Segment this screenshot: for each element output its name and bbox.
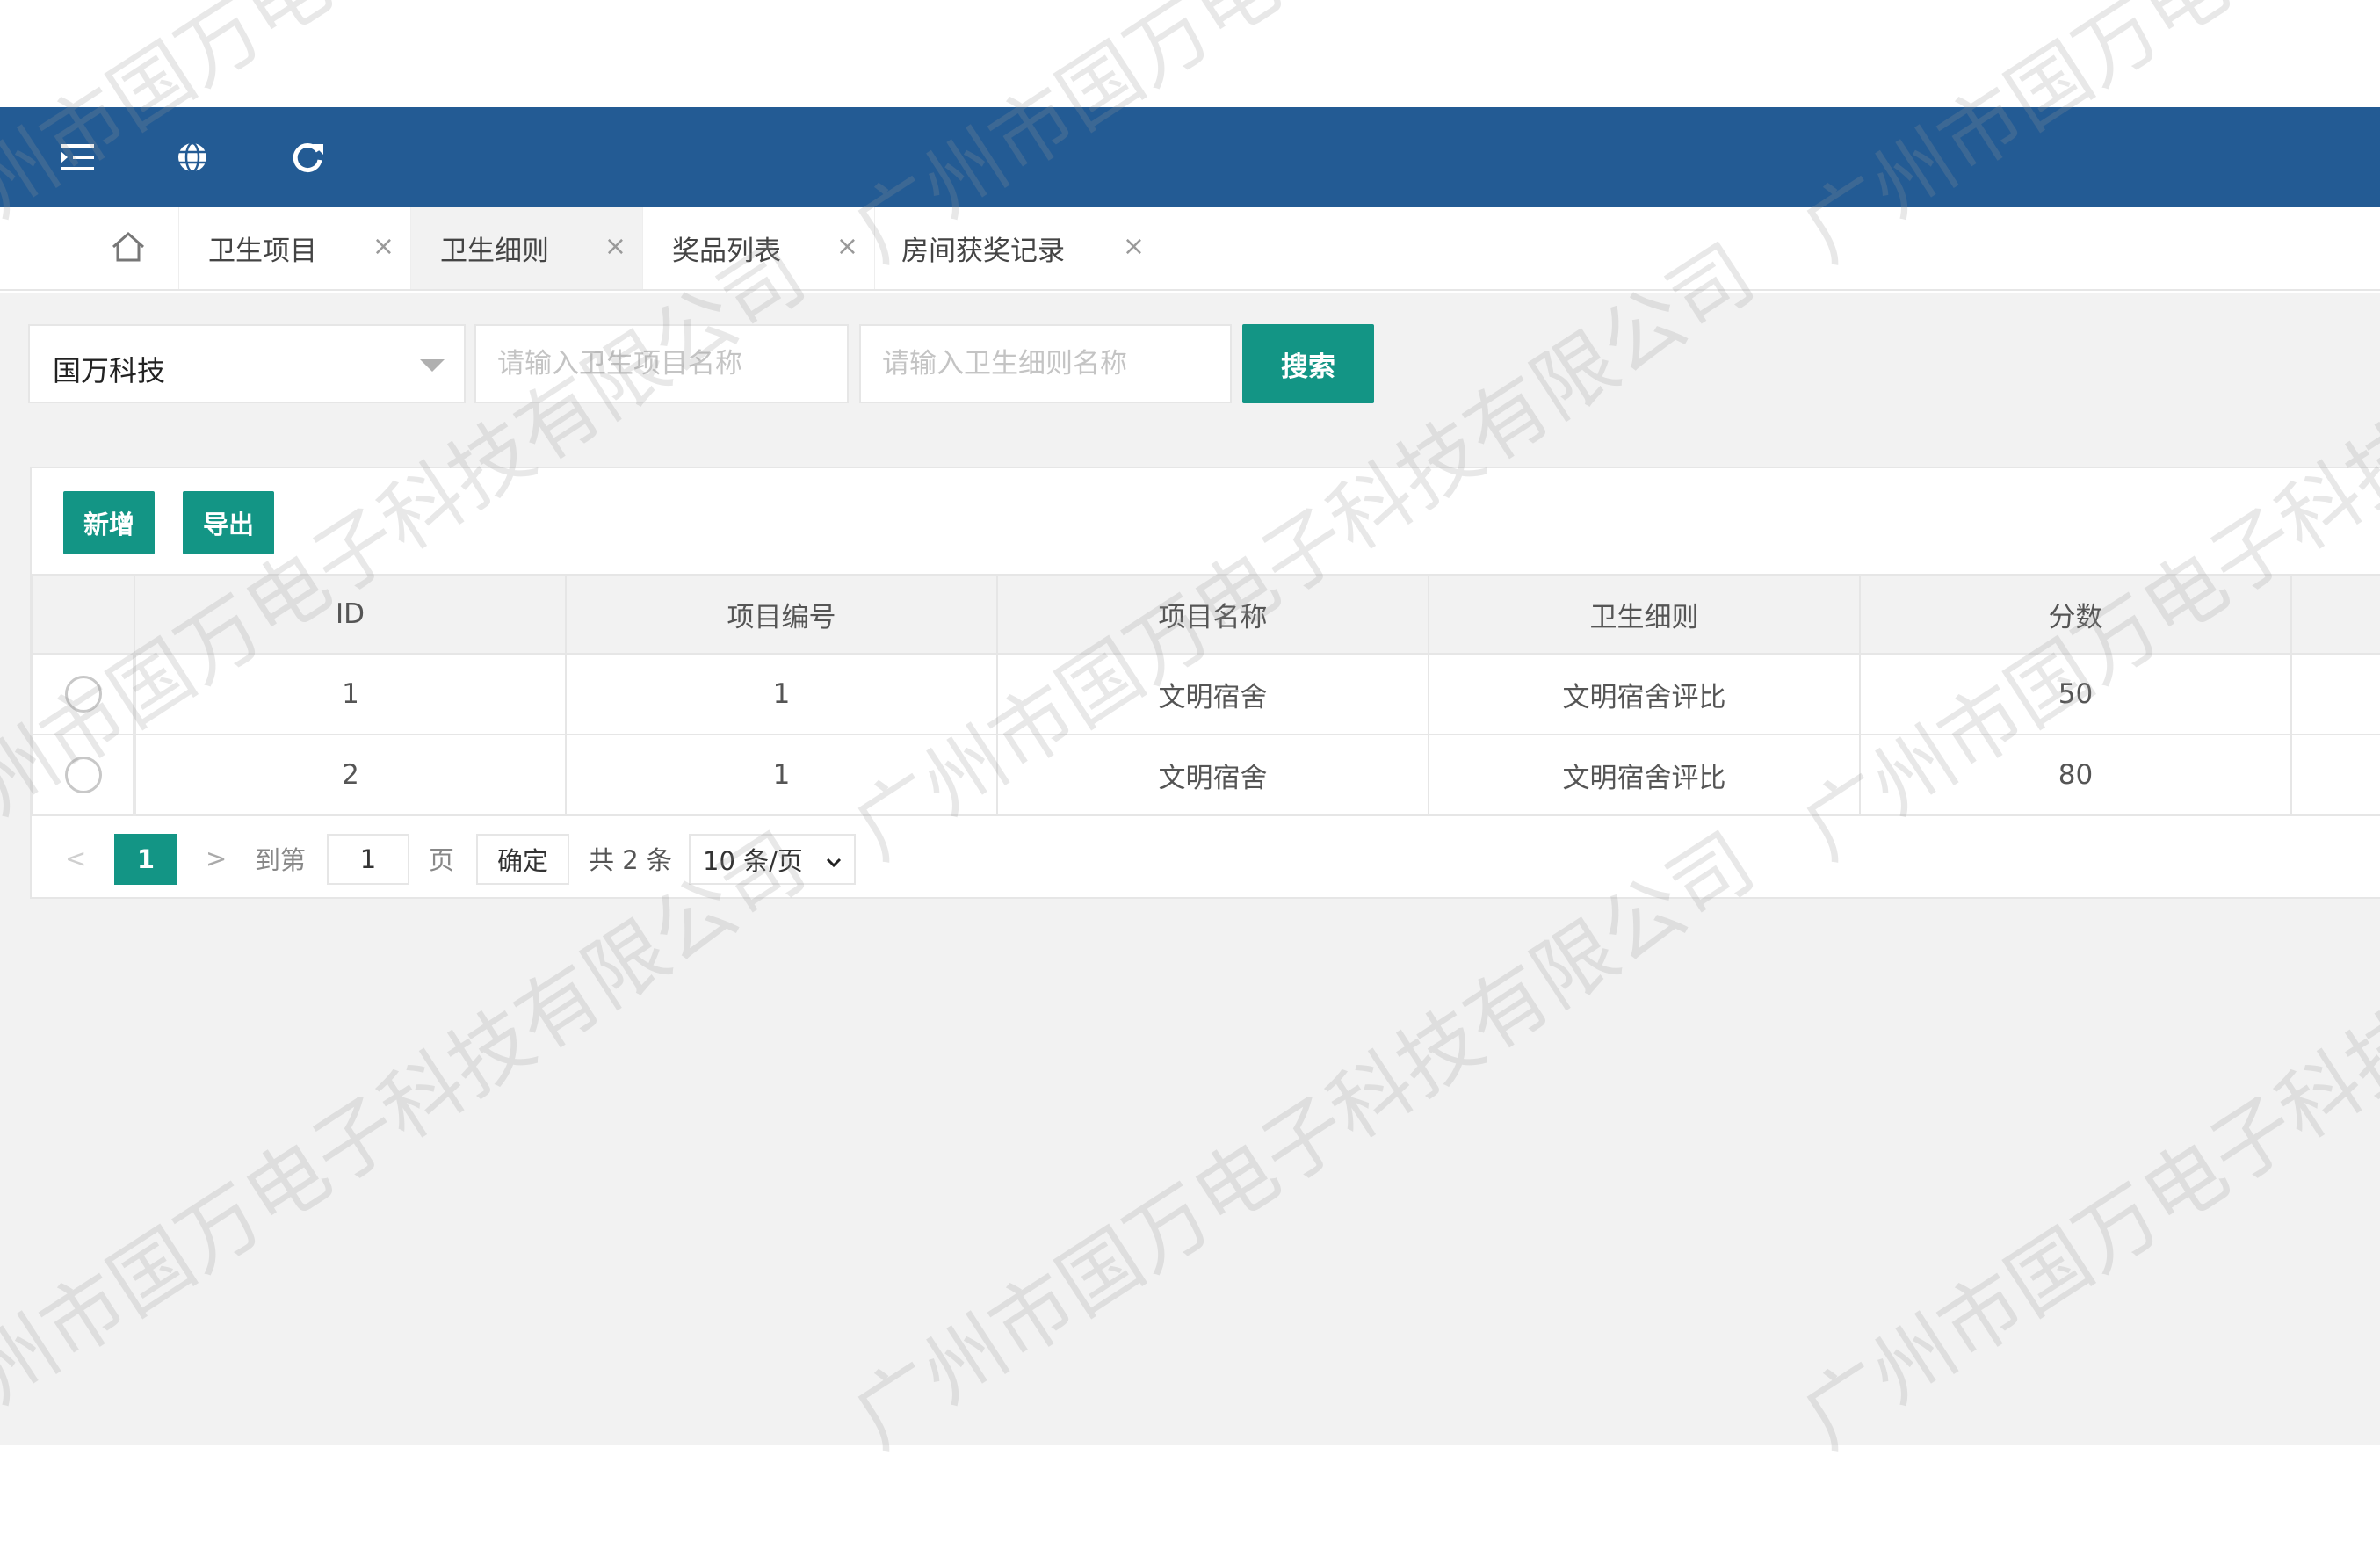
globe-icon[interactable]: [169, 134, 216, 181]
footer-area: [0, 1445, 2380, 1542]
column-header[interactable]: 卫生细则: [1428, 574, 1861, 655]
caret-down-icon: [420, 359, 445, 372]
company-select[interactable]: 国万科技: [28, 324, 466, 403]
column-header[interactable]: 项目名称: [996, 574, 1429, 655]
table-cell-extra: [2290, 653, 2380, 735]
table-cell: 文明宿舍: [996, 734, 1429, 816]
close-icon[interactable]: ×: [604, 234, 626, 260]
tab-label: 卫生项目: [208, 235, 317, 267]
column-header[interactable]: 分数: [1859, 574, 2292, 655]
tab-label: 房间获奖记录: [901, 235, 1065, 267]
tab-bar: 卫生项目 × 卫生细则 × 奖品列表 × 房间获奖记录 ×: [0, 207, 2380, 291]
page-unit-label: 页: [429, 845, 455, 875]
main-content: 国万科技 搜索 新增 导出 ID 项目编号 项目名称 卫生细则 分数: [0, 293, 2380, 1445]
column-header[interactable]: ID: [134, 574, 567, 655]
table-cell: 1: [134, 653, 567, 735]
menu-fold-icon[interactable]: [54, 134, 102, 181]
chevron-down-icon: [826, 844, 842, 874]
row-select-cell: [32, 734, 136, 816]
goto-label: 到第: [255, 845, 307, 875]
tab-hygiene-project[interactable]: 卫生项目 ×: [179, 207, 411, 289]
next-page-button[interactable]: >: [206, 818, 227, 899]
prev-page-button[interactable]: <: [65, 818, 86, 899]
row-select-cell: [32, 653, 136, 735]
table-cell: 文明宿舍评比: [1428, 734, 1861, 816]
goto-page-input[interactable]: 1: [327, 834, 409, 885]
page-size-select[interactable]: 10 条/页: [689, 834, 856, 885]
tab-home[interactable]: [77, 207, 179, 289]
page-size-value: 10 条/页: [703, 846, 803, 876]
add-button[interactable]: 新增: [63, 491, 155, 554]
tab-hygiene-rule[interactable]: 卫生细则 ×: [411, 207, 643, 289]
tab-label: 卫生细则: [440, 235, 549, 267]
data-panel: 新增 导出 ID 项目编号 项目名称 卫生细则 分数 1 1 文明宿舍 文明宿舍…: [30, 467, 2380, 899]
table-cell: 1: [565, 734, 998, 816]
top-header-bar: [0, 107, 2380, 207]
rule-name-input[interactable]: [859, 324, 1232, 403]
tab-room-award-record[interactable]: 房间获奖记录 ×: [875, 207, 1161, 289]
export-button[interactable]: 导出: [183, 491, 274, 554]
table-cell: 文明宿舍评比: [1428, 653, 1861, 735]
close-icon[interactable]: ×: [373, 234, 394, 260]
home-icon: [112, 231, 145, 266]
table-cell: 2: [134, 734, 567, 816]
column-header-extra: [2290, 574, 2380, 655]
table-cell: 80: [1859, 734, 2292, 816]
row-radio[interactable]: [64, 757, 102, 793]
column-header[interactable]: 项目编号: [565, 574, 998, 655]
close-icon[interactable]: ×: [836, 234, 858, 260]
company-select-value: 国万科技: [53, 354, 166, 387]
header-select-cell: [32, 574, 135, 655]
project-name-input[interactable]: [474, 324, 849, 403]
total-count: 共 2 条: [589, 845, 672, 875]
tab-prize-list[interactable]: 奖品列表 ×: [643, 207, 875, 289]
table-header-row: ID 项目编号 项目名称 卫生细则 分数: [32, 574, 2380, 655]
tab-label: 奖品列表: [672, 235, 781, 267]
current-page[interactable]: 1: [114, 834, 177, 885]
data-table: ID 项目编号 项目名称 卫生细则 分数 1 1 文明宿舍 文明宿舍评比 50: [32, 574, 2380, 816]
confirm-button[interactable]: 确定: [476, 834, 569, 885]
table-row[interactable]: 2 1 文明宿舍 文明宿舍评比 80: [32, 734, 2380, 816]
refresh-icon[interactable]: [285, 134, 332, 181]
table-cell: 1: [565, 653, 998, 735]
table-cell: 50: [1859, 653, 2292, 735]
table-cell-extra: [2290, 734, 2380, 816]
search-button[interactable]: 搜索: [1242, 324, 1374, 403]
table-row[interactable]: 1 1 文明宿舍 文明宿舍评比 50: [32, 653, 2380, 735]
close-icon[interactable]: ×: [1123, 234, 1145, 260]
row-radio[interactable]: [64, 676, 102, 713]
table-cell: 文明宿舍: [996, 653, 1429, 735]
pagination: < 1 > 到第 1 页 确定 共 2 条 10 条/页: [32, 818, 2380, 899]
